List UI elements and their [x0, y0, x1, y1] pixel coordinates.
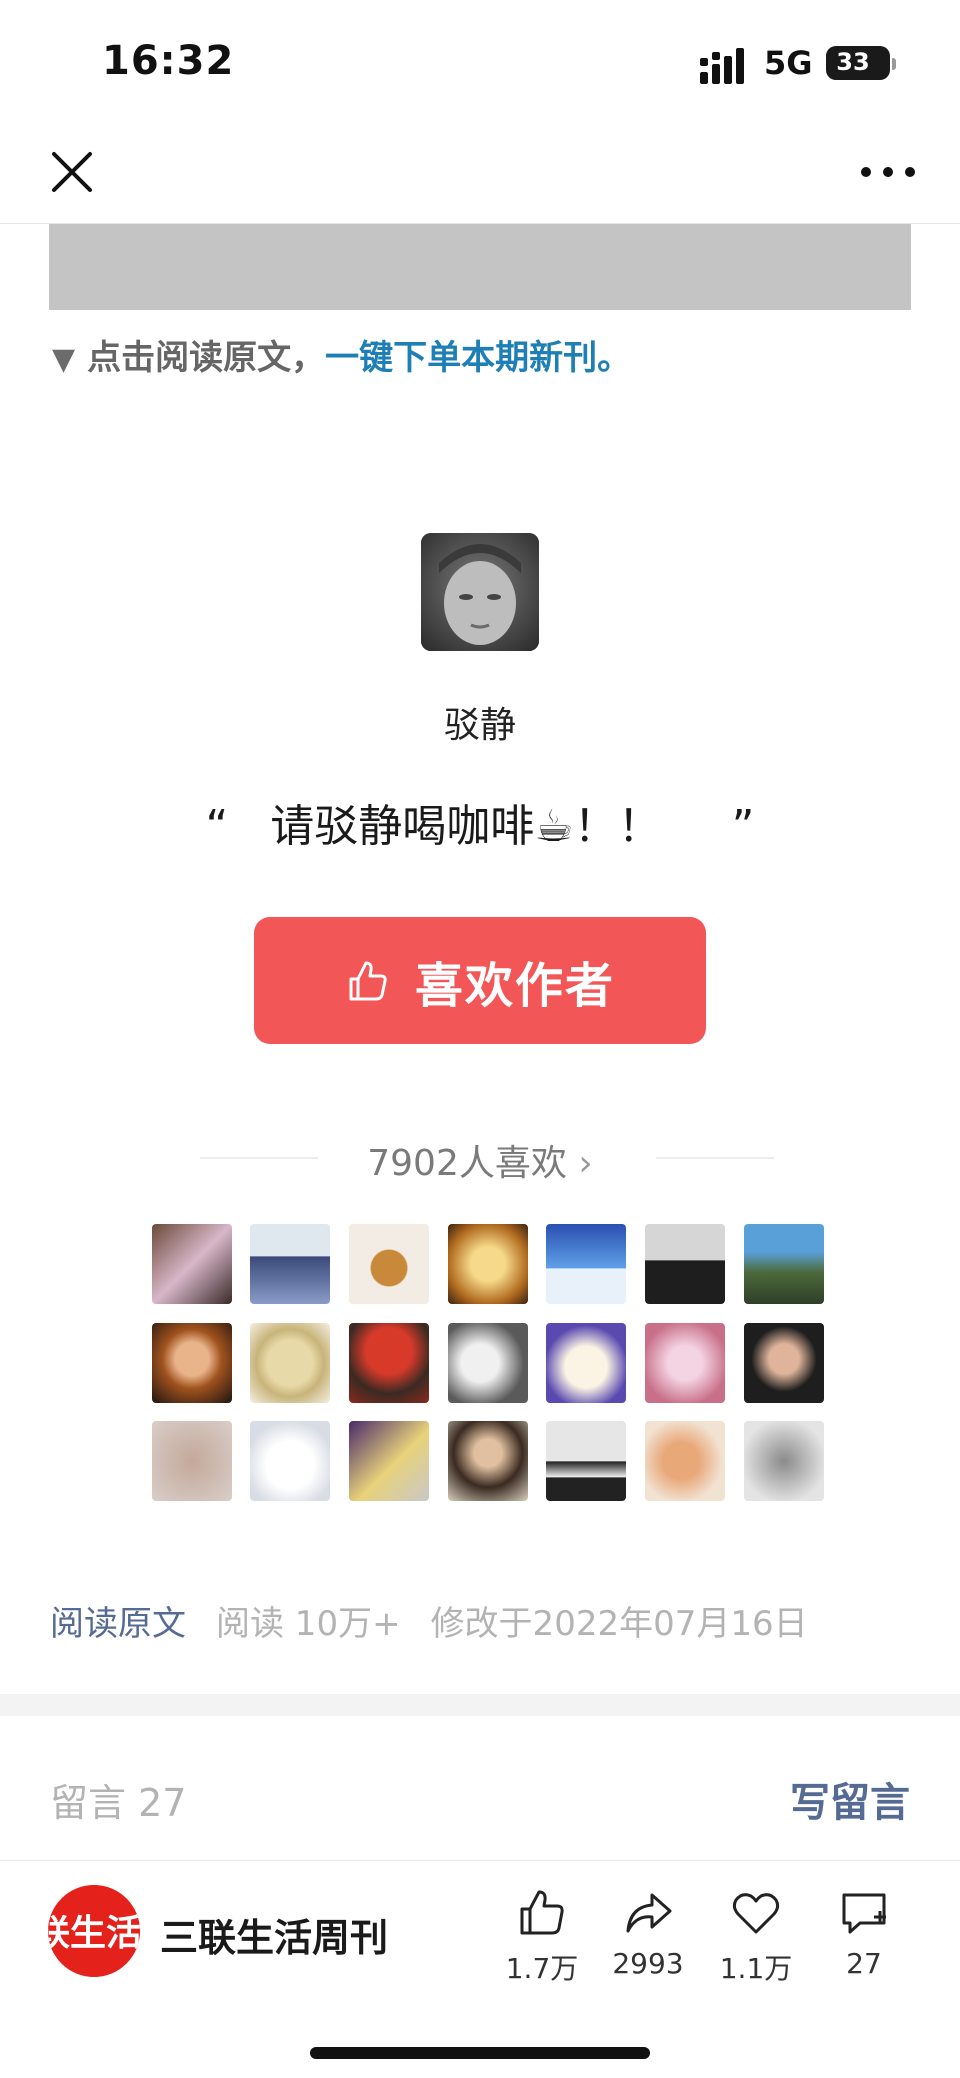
promo-line: ▼ 点击阅读原文，一键下单本期新刊。: [52, 330, 631, 379]
heart-icon: [732, 1893, 780, 1934]
thumbs-up-icon: [520, 1890, 564, 1935]
like-author-button[interactable]: 喜欢作者: [254, 917, 706, 1044]
account-name[interactable]: 三联生活周刊: [160, 1907, 388, 1962]
modified-date: 修改于2022年07月16日: [430, 1604, 808, 1644]
liker-avatar[interactable]: [744, 1421, 824, 1501]
liker-avatar[interactable]: [546, 1421, 626, 1501]
like-author-label: 喜欢作者: [414, 957, 615, 1014]
status-bar: 16:32 5G 33: [0, 0, 960, 120]
liker-avatar[interactable]: [152, 1421, 232, 1501]
divider-right: [656, 1157, 774, 1159]
triangle-down-icon: ▼: [52, 342, 76, 377]
liker-avatar[interactable]: [645, 1323, 725, 1403]
thumbs-up-icon: [349, 961, 387, 1000]
network-type: 5G: [764, 44, 813, 82]
read-count: 阅读 10万+: [216, 1604, 401, 1644]
liker-avatar[interactable]: [152, 1224, 232, 1304]
author-avatar[interactable]: [421, 533, 539, 651]
likers-count[interactable]: 7902人喜欢 ›: [0, 1134, 960, 1186]
chevron-right-icon: ›: [578, 1143, 593, 1184]
more-icon[interactable]: [856, 144, 920, 200]
liker-avatar[interactable]: [645, 1421, 725, 1501]
comments-header: 留言 27 写留言: [0, 1768, 960, 1828]
liker-avatar[interactable]: [448, 1421, 528, 1501]
promo-link[interactable]: 一键下单本期新刊。: [325, 338, 631, 378]
liker-avatar[interactable]: [645, 1224, 725, 1304]
liker-avatar[interactable]: [250, 1421, 330, 1501]
account-logo[interactable]: 联生活: [48, 1885, 140, 1977]
like-count: 1.7万: [505, 1952, 579, 1985]
read-original-link[interactable]: 阅读原文: [50, 1604, 186, 1644]
liker-avatar[interactable]: [250, 1224, 330, 1304]
comment-action[interactable]: 27: [814, 1887, 914, 1980]
promo-prefix: 点击阅读原文，: [87, 338, 326, 378]
author-quote: “ 请驳静喝咖啡☕！！ ”: [0, 790, 960, 854]
battery-icon: 33: [826, 46, 896, 80]
quote-close: ”: [731, 801, 755, 852]
status-time: 16:32: [102, 38, 235, 84]
liker-avatar[interactable]: [349, 1224, 429, 1304]
home-indicator[interactable]: [310, 2047, 650, 2059]
share-icon: [626, 1893, 672, 1933]
article-image: [49, 224, 911, 310]
write-comment-button[interactable]: 写留言: [790, 1770, 910, 1828]
article-meta: 阅读原文 阅读 10万+ 修改于2022年07月16日: [50, 1596, 930, 1645]
close-icon[interactable]: [44, 144, 100, 200]
comment-count: 27: [846, 1947, 882, 1980]
account-logo-image: 联生活: [48, 1885, 140, 1977]
liker-avatar[interactable]: [546, 1323, 626, 1403]
liker-avatar[interactable]: [744, 1224, 824, 1304]
liker-avatar[interactable]: [152, 1323, 232, 1403]
comment-icon: [842, 1893, 886, 1934]
signal-icon: [700, 48, 744, 84]
liker-avatar[interactable]: [250, 1323, 330, 1403]
likers-count-text: 7902人喜欢: [367, 1143, 567, 1184]
nav-bar: [0, 120, 960, 224]
liker-avatar[interactable]: [448, 1323, 528, 1403]
liker-avatar[interactable]: [546, 1224, 626, 1304]
share-action[interactable]: 2993: [598, 1887, 698, 1980]
section-separator: [0, 1694, 960, 1716]
author-name: 驳静: [443, 705, 516, 746]
quote-text: 请驳静喝咖啡☕！！: [270, 801, 662, 852]
share-count: 2993: [612, 1947, 684, 1980]
likers-row[interactable]: 7902人喜欢 ›: [0, 1130, 960, 1186]
favorite-count: 1.1万: [719, 1952, 793, 1985]
like-action[interactable]: 1.7万: [492, 1887, 592, 1987]
portrait-image: [421, 533, 539, 651]
liker-avatar[interactable]: [448, 1224, 528, 1304]
favorite-action[interactable]: 1.1万: [706, 1887, 806, 1987]
comments-title: 留言 27: [50, 1781, 187, 1825]
battery-cap: [892, 58, 896, 70]
account-logo-text: 联生活: [48, 1912, 140, 1954]
quote-open: “: [205, 801, 229, 852]
liker-avatar[interactable]: [744, 1323, 824, 1403]
liker-avatar[interactable]: [349, 1421, 429, 1501]
battery-level: 33: [836, 48, 870, 76]
liker-avatar[interactable]: [349, 1323, 429, 1403]
bottom-action-bar: 联生活 三联生活周刊 1.7万 2993 1.1万 27: [0, 1860, 960, 2078]
